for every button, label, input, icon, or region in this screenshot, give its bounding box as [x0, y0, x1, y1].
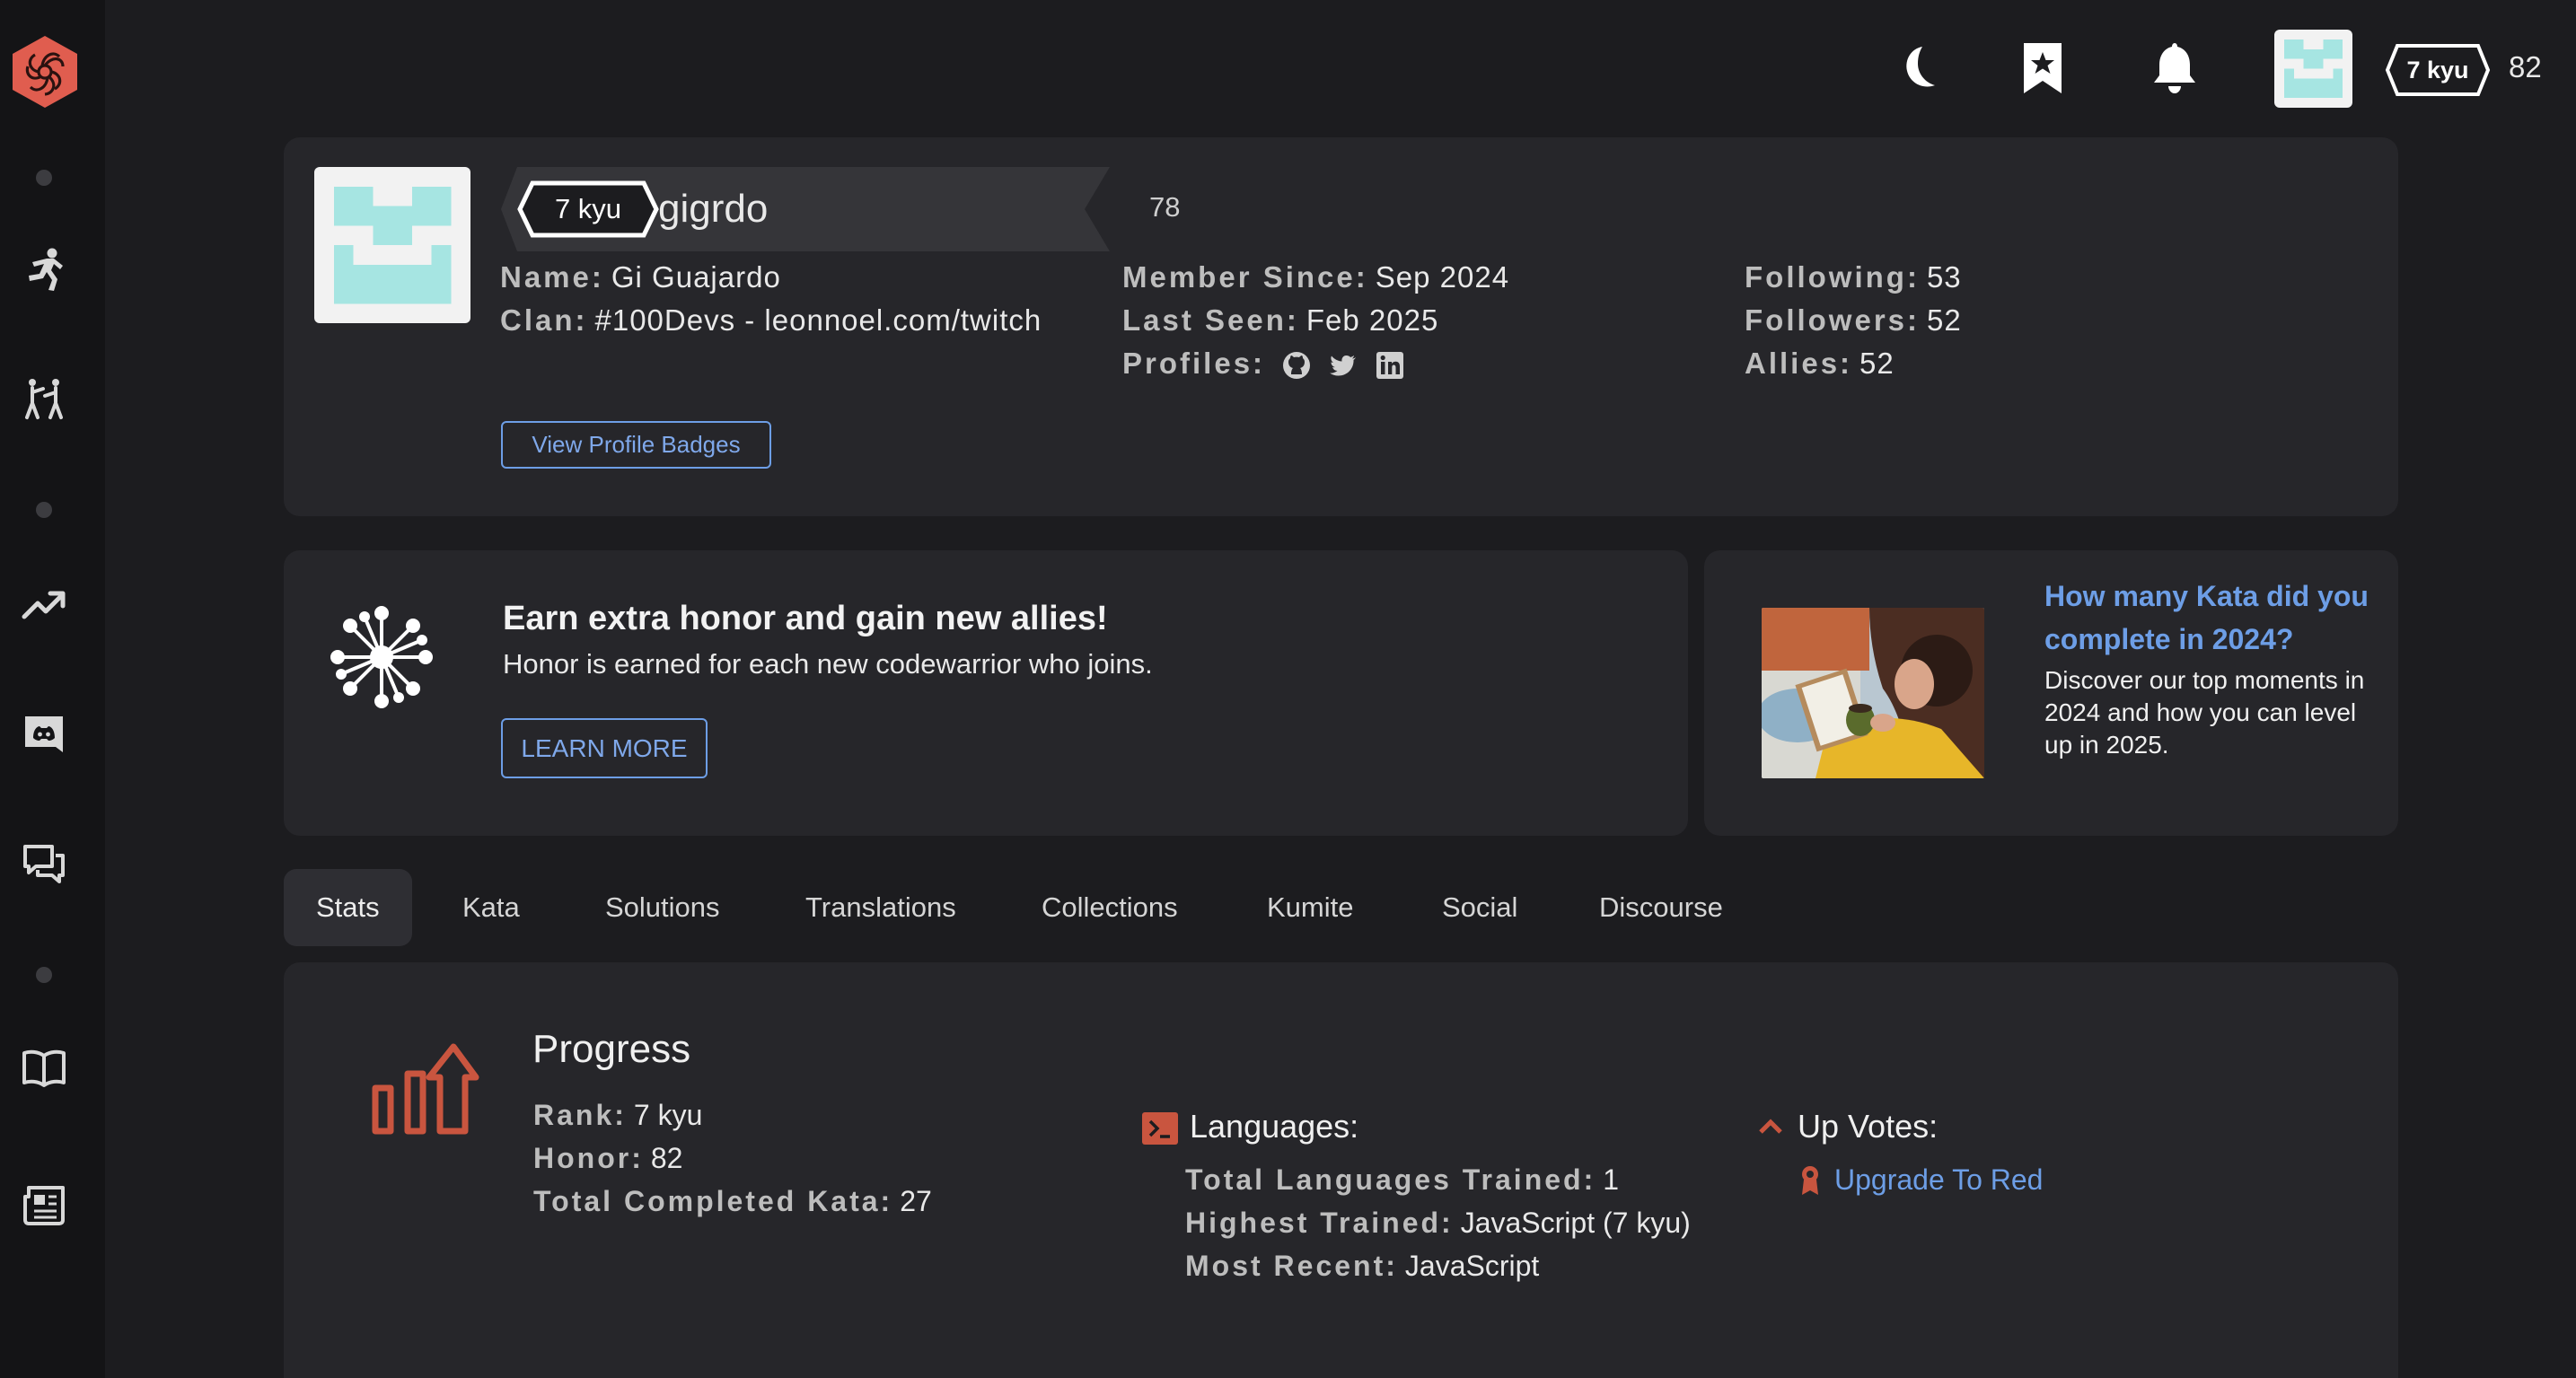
github-icon[interactable] — [1281, 350, 1312, 381]
most-recent-row: Most Recent: JavaScript — [1185, 1250, 1539, 1283]
promo-title: Earn extra honor and gain new allies! — [503, 600, 1108, 637]
codewars-logo-icon[interactable] — [9, 34, 81, 110]
rank-label: Rank: — [533, 1099, 627, 1131]
chevron-up-icon — [1759, 1119, 1782, 1134]
bell-icon[interactable] — [2149, 39, 2201, 97]
docs-book-icon[interactable] — [18, 1041, 70, 1093]
profile-rank-badge: 7 kyu — [516, 180, 660, 239]
tab-solutions[interactable]: Solutions — [573, 869, 752, 946]
referral-promo-panel — [284, 550, 1688, 836]
last-seen-value: Feb 2025 — [1306, 303, 1439, 337]
tab-kumite[interactable]: Kumite — [1235, 869, 1385, 946]
followers-label: Followers: — [1745, 303, 1921, 337]
member-since-value: Sep 2024 — [1375, 260, 1510, 294]
tab-stats[interactable]: Stats — [284, 869, 412, 946]
clan-label: Clan: — [500, 303, 588, 337]
most-recent-label: Most Recent: — [1185, 1250, 1398, 1282]
completed-row: Total Completed Kata: 27 — [533, 1185, 932, 1218]
clan-row: Clan: #100Devs - leonnoel.com/twitch — [500, 303, 1042, 338]
honor-count: 82 — [2509, 50, 2542, 83]
following-row: Following: 53 — [1745, 260, 1962, 294]
username: gigrdo — [658, 187, 769, 231]
discussion-chat-icon[interactable] — [18, 839, 70, 891]
followers-value: 52 — [1927, 303, 1962, 337]
last-seen-label: Last Seen: — [1122, 303, 1299, 337]
most-recent-value: JavaScript — [1404, 1250, 1540, 1282]
languages-title: Languages: — [1190, 1108, 1359, 1145]
languages-trained-value: 1 — [1603, 1163, 1620, 1196]
member-since-row: Member Since: Sep 2024 — [1122, 260, 1509, 294]
highest-trained-row: Highest Trained: JavaScript (7 kyu) — [1185, 1207, 1691, 1240]
sidebar-separator-dot — [36, 502, 52, 518]
upvotes-title: Up Votes: — [1798, 1108, 1939, 1145]
discord-icon[interactable] — [18, 709, 70, 761]
network-burst-icon — [330, 606, 433, 708]
name-value: Gi Guajardo — [611, 260, 781, 294]
twitter-icon[interactable] — [1328, 350, 1358, 381]
upgrade-to-red-link[interactable]: Upgrade To Red — [1834, 1163, 2043, 1197]
rank-value: 7 kyu — [633, 1099, 703, 1131]
kata-recap-image[interactable] — [1762, 608, 1984, 778]
profile-avatar — [314, 167, 470, 323]
following-value: 53 — [1926, 260, 1962, 294]
completed-value: 27 — [900, 1185, 932, 1217]
leaderboard-trend-icon[interactable] — [18, 579, 70, 631]
progress-chart-icon — [372, 1043, 479, 1135]
honor-value: 82 — [650, 1142, 683, 1174]
followers-row: Followers: 52 — [1745, 303, 1962, 338]
profile-rank-label: 7 kyu — [554, 193, 622, 224]
profile-honor: 78 — [1149, 191, 1181, 223]
practice-running-icon[interactable] — [18, 244, 70, 296]
last-seen-row: Last Seen: Feb 2025 — [1122, 303, 1438, 338]
rank-badge-label: 7 kyu — [2406, 57, 2469, 83]
allies-row: Allies: 52 — [1745, 347, 1895, 381]
news-icon[interactable] — [18, 1179, 70, 1231]
learn-more-button[interactable]: LEARN MORE — [501, 718, 708, 778]
kata-recap-text: Discover our top moments in 2024 and how… — [2044, 666, 2365, 759]
moon-icon[interactable] — [1894, 39, 1946, 97]
user-avatar[interactable] — [2274, 30, 2352, 108]
tab-kata[interactable]: Kata — [430, 869, 552, 946]
tab-collections[interactable]: Collections — [1009, 869, 1210, 946]
completed-label: Total Completed Kata: — [533, 1185, 893, 1217]
progress-title: Progress — [532, 1027, 691, 1071]
member-since-label: Member Since: — [1122, 260, 1368, 294]
highest-trained-label: Highest Trained: — [1185, 1207, 1454, 1239]
name-row: Name: Gi Guajardo — [500, 260, 781, 294]
linkedin-icon[interactable] — [1375, 350, 1405, 381]
profiles-label: Profiles: — [1122, 347, 1266, 380]
terminal-icon — [1142, 1112, 1178, 1145]
ribbon-icon — [1802, 1166, 1818, 1195]
profiles-row: Profiles: — [1122, 347, 1405, 381]
sidebar — [0, 0, 105, 1378]
languages-trained-label: Total Languages Trained: — [1185, 1163, 1596, 1196]
rank-badge[interactable]: 7 kyu — [2385, 43, 2491, 97]
sidebar-separator-dot — [36, 967, 52, 983]
clan-value: #100Devs - leonnoel.com/twitch — [594, 303, 1042, 337]
name-label: Name: — [500, 260, 604, 294]
honor-label: Honor: — [533, 1142, 644, 1174]
rank-row: Rank: 7 kyu — [533, 1099, 702, 1132]
sparring-fight-icon[interactable] — [18, 373, 70, 425]
tab-translations[interactable]: Translations — [773, 869, 989, 946]
allies-label: Allies: — [1745, 347, 1853, 380]
allies-value: 52 — [1859, 347, 1895, 380]
highest-trained-value: JavaScript (7 kyu) — [1460, 1207, 1691, 1239]
tab-discourse[interactable]: Discourse — [1567, 869, 1755, 946]
username-banner: 7 kyu gigrdo — [501, 167, 1110, 251]
languages-trained-row: Total Languages Trained: 1 — [1185, 1163, 1619, 1197]
bookmark-star-icon[interactable] — [2017, 39, 2069, 97]
following-label: Following: — [1745, 260, 1920, 294]
sidebar-separator-dot — [36, 170, 52, 186]
tab-social[interactable]: Social — [1410, 869, 1550, 946]
kata-recap-title[interactable]: How many Kata did you complete in 2024? — [2044, 575, 2377, 661]
view-profile-badges-button[interactable]: View Profile Badges — [501, 421, 771, 469]
promo-subtitle: Honor is earned for each new codewarrior… — [503, 648, 1153, 680]
honor-row: Honor: 82 — [533, 1142, 682, 1175]
